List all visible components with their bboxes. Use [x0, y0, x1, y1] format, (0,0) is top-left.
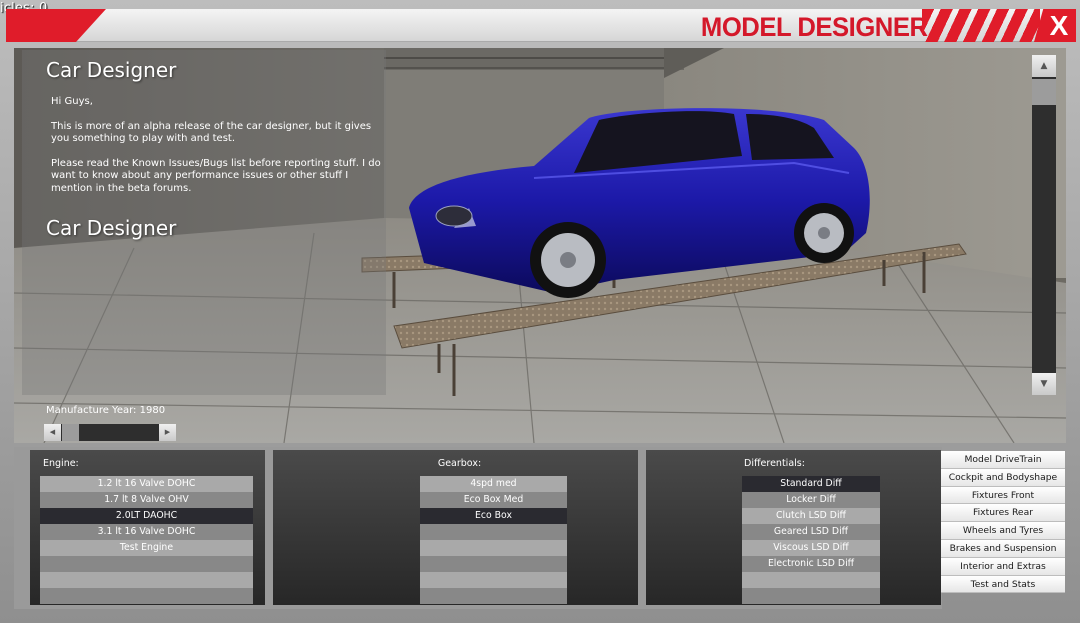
menu-item-model-drivetrain[interactable]: Model DriveTrain — [941, 451, 1065, 469]
engine-option[interactable]: 1.2 lt 16 Valve DOHC — [40, 476, 253, 492]
gearbox-option-empty-slot — [420, 556, 567, 572]
info-heading: Car Designer — [46, 58, 177, 82]
menu-item-fixtures-rear[interactable]: Fixtures Rear — [941, 504, 1065, 523]
slider-left-arrow-icon[interactable]: ◀ — [44, 424, 61, 441]
scroll-down-arrow-icon[interactable]: ▼ — [1032, 373, 1056, 395]
info-heading-secondary: Car Designer — [46, 216, 177, 240]
engine-option[interactable]: 3.1 lt 16 Valve DOHC — [40, 524, 253, 540]
differential-option[interactable]: Standard Diff — [742, 476, 880, 492]
info-greeting: Hi Guys, — [51, 96, 93, 107]
gearbox-label: Gearbox: — [437, 458, 482, 469]
gearbox-options-list: 4spd med Eco Box Med Eco Box — [420, 476, 567, 604]
differentials-options-list: Standard Diff Locker Diff Clutch LSD Diff G… — [742, 476, 880, 604]
differential-option[interactable]: Viscous LSD Diff — [742, 540, 880, 556]
header-stripes-decoration — [922, 9, 1040, 42]
engine-options-list: 1.2 lt 16 Valve DOHC 1.7 lt 8 Valve OHV 2.… — [40, 476, 253, 604]
window-title: MODEL DESIGNER — [701, 12, 928, 42]
differential-option[interactable]: Clutch LSD Diff — [742, 508, 880, 524]
menu-item-wheels-and-tyres[interactable]: Wheels and Tyres — [941, 522, 1065, 540]
differential-option[interactable]: Electronic LSD Diff — [742, 556, 880, 572]
gearbox-option[interactable]: Eco Box — [420, 508, 567, 524]
gearbox-option-empty-slot — [420, 588, 567, 604]
engine-panel: Engine: 1.2 lt 16 Valve DOHC 1.7 lt 8 Val… — [30, 450, 265, 605]
engine-option-empty-slot — [40, 572, 253, 588]
engine-option-empty-slot — [40, 588, 253, 604]
differentials-panel: Differentials: Standard Diff Locker Diff C… — [646, 450, 941, 605]
menu-item-cockpit-and-bodyshape[interactable]: Cockpit and Bodyshape — [941, 468, 1065, 487]
engine-option[interactable]: 2.0LT DAOHC — [40, 508, 253, 524]
gearbox-option-empty-slot — [420, 524, 567, 540]
designer-section-menu: Model DriveTrain Cockpit and Bodyshape Fix… — [941, 451, 1065, 594]
engine-option[interactable]: Test Engine — [40, 540, 253, 556]
gearbox-option-empty-slot — [420, 572, 567, 588]
menu-item-brakes-and-suspension[interactable]: Brakes and Suspension — [941, 539, 1065, 558]
differential-option[interactable]: Geared LSD Diff — [742, 524, 880, 540]
engine-option-empty-slot — [40, 556, 253, 572]
differential-option-empty-slot — [742, 588, 880, 604]
info-scrollbar[interactable]: ▲ ▼ — [1032, 55, 1056, 395]
differential-option-empty-slot — [742, 572, 880, 588]
menu-item-interior-and-extras[interactable]: Interior and Extras — [941, 557, 1065, 576]
slider-right-arrow-icon[interactable]: ▶ — [159, 424, 176, 441]
info-paragraph-2: Please read the Known Issues/Bugs list b… — [51, 158, 381, 194]
manufacture-year-slider[interactable]: ◀ ▶ — [44, 424, 176, 441]
menu-item-test-and-stats[interactable]: Test and Stats — [941, 575, 1065, 594]
info-paragraph-1: This is more of an alpha release of the … — [51, 120, 372, 145]
differentials-label: Differentials: — [744, 458, 805, 469]
gearbox-panel: Gearbox: 4spd med Eco Box Med Eco Box — [273, 450, 638, 605]
manufacture-year-label: Manufacture Year: 1980 — [46, 405, 166, 416]
slider-thumb[interactable] — [62, 424, 79, 441]
engine-option[interactable]: 1.7 lt 8 Valve OHV — [40, 492, 253, 508]
game-window: icles: 0 MODEL DESIGNER X — [0, 0, 1080, 623]
differential-option[interactable]: Locker Diff — [742, 492, 880, 508]
scrollbar-thumb[interactable] — [1032, 79, 1056, 105]
gearbox-option[interactable]: 4spd med — [420, 476, 567, 492]
engine-label: Engine: — [43, 458, 79, 469]
gearbox-option-empty-slot — [420, 540, 567, 556]
menu-item-fixtures-front[interactable]: Fixtures Front — [941, 486, 1065, 505]
info-body: Hi Guys, This is more of an alpha releas… — [51, 96, 386, 208]
scroll-up-arrow-icon[interactable]: ▲ — [1032, 55, 1056, 77]
gearbox-option[interactable]: Eco Box Med — [420, 492, 567, 508]
